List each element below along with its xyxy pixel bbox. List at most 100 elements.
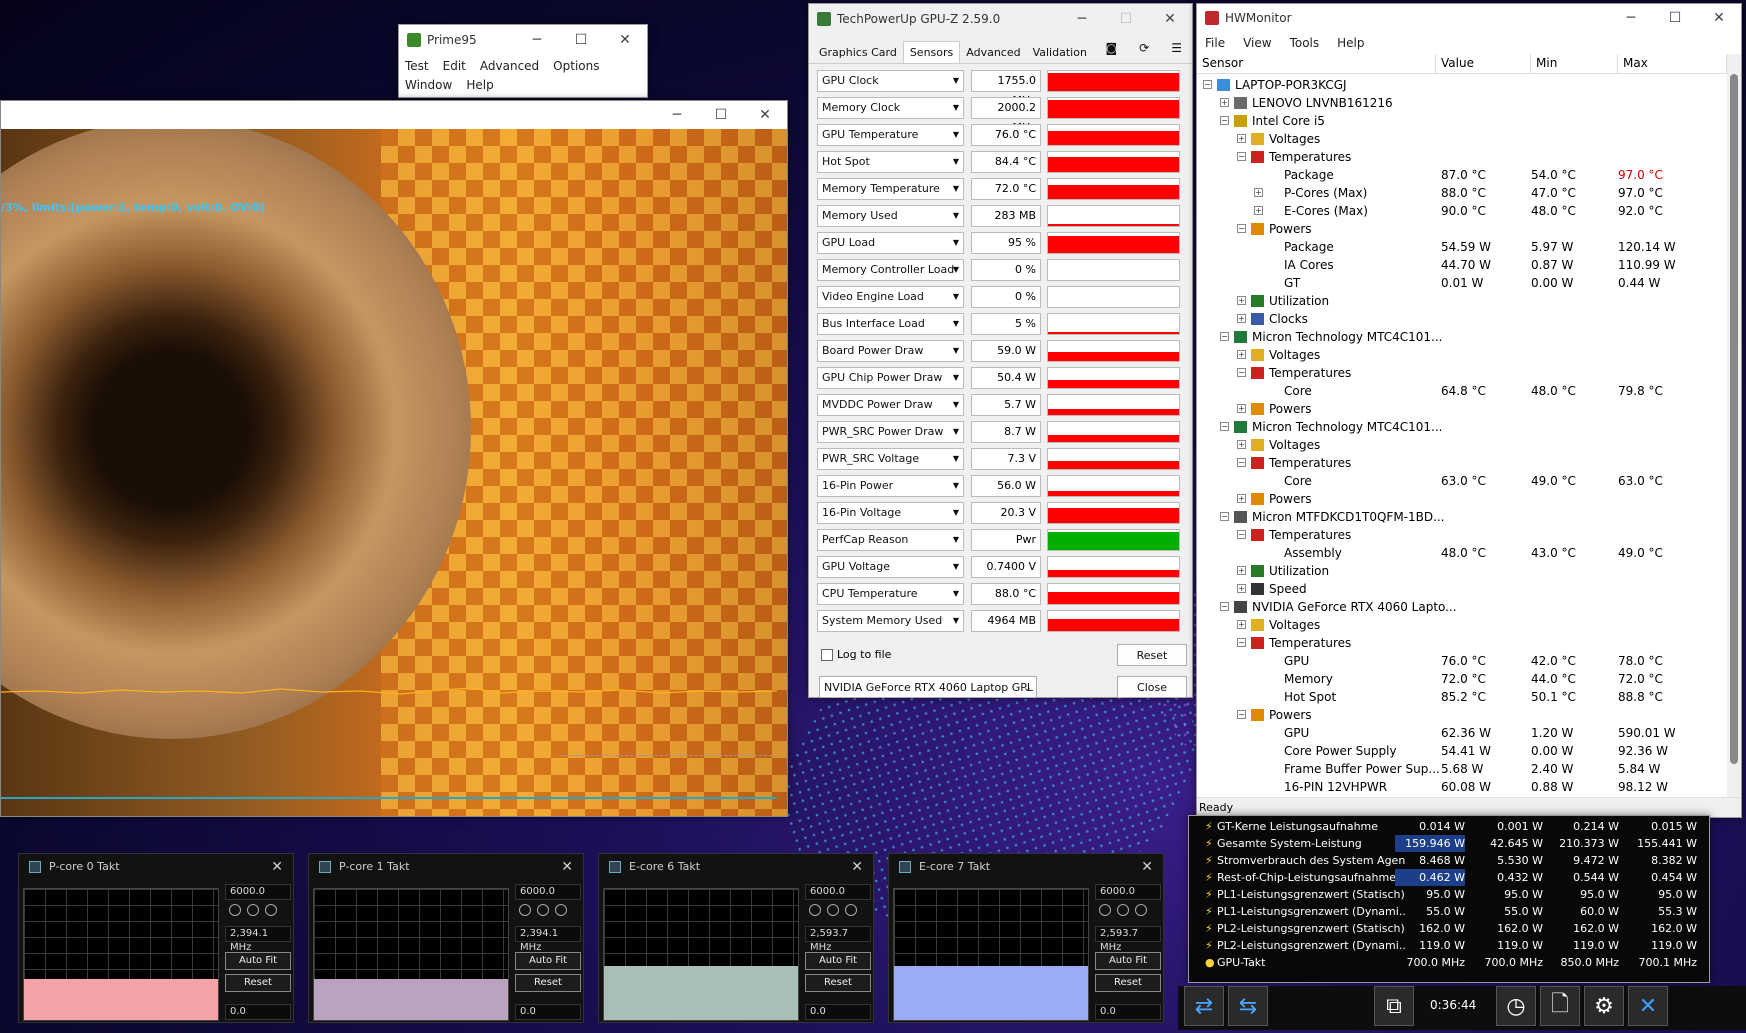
- camera-icon[interactable]: ◙: [1100, 37, 1124, 59]
- tree-row[interactable]: + Voltages: [1197, 616, 1727, 634]
- min-field[interactable]: 0.0: [225, 1004, 291, 1020]
- tree-row[interactable]: Frame Buffer Power Sup... 5.68 W 2.40 W 5.8…: [1197, 760, 1727, 778]
- tree-row[interactable]: − Temperatures: [1197, 634, 1727, 652]
- col-value[interactable]: Value: [1436, 54, 1531, 73]
- hwinfo-row[interactable]: ● GPU-Takt 700.0 MHz 700.0 MHz 850.0 MHz 700.…: [1189, 954, 1709, 971]
- render-window[interactable]: ─ ☐ ✕ /3%, limits:[power:1, temp:0, volt:0…: [0, 100, 788, 817]
- tree-row[interactable]: Hot Spot 85.2 °C 50.1 °C 88.8 °C: [1197, 688, 1727, 706]
- minimize-icon[interactable]: ─: [515, 25, 559, 55]
- close-icon[interactable]: ✕: [1697, 3, 1741, 33]
- radio-option[interactable]: [229, 904, 241, 916]
- tree-row[interactable]: − Temperatures: [1197, 148, 1727, 166]
- refresh-icon[interactable]: ⟳: [1133, 37, 1155, 59]
- col-min[interactable]: Min: [1531, 54, 1618, 73]
- mini-titlebar[interactable]: P-core 1 Takt ✕: [309, 854, 583, 880]
- maximize-icon[interactable]: ☐: [1104, 4, 1148, 34]
- close-icon[interactable]: ✕: [603, 25, 647, 55]
- menu-edit[interactable]: Edit: [443, 57, 466, 76]
- menu-advanced[interactable]: Advanced: [480, 57, 539, 76]
- tree-row[interactable]: − Powers: [1197, 706, 1727, 724]
- menu-options[interactable]: Options: [553, 57, 599, 76]
- close-icon[interactable]: ✕: [1148, 4, 1192, 34]
- tree-row[interactable]: + Clocks: [1197, 310, 1727, 328]
- col-sensor[interactable]: Sensor: [1197, 54, 1436, 73]
- radio-option[interactable]: [845, 904, 857, 916]
- radio-option[interactable]: [1117, 904, 1129, 916]
- tree-row[interactable]: + LENOVO LNVNB161216: [1197, 94, 1727, 112]
- tree-row[interactable]: Core Power Supply 54.41 W 0.00 W 92.36 W: [1197, 742, 1727, 760]
- radio-option[interactable]: [809, 904, 821, 916]
- hwinfo-row[interactable]: ⚡ Rest-of-Chip-Leistungsaufnahme 0.462 W 0.…: [1189, 869, 1709, 886]
- close-button[interactable]: Close: [1117, 676, 1187, 698]
- expand-icon[interactable]: +: [1237, 296, 1246, 305]
- network-icon[interactable]: ⧉: [1374, 986, 1414, 1026]
- max-field[interactable]: 6000.0: [515, 884, 581, 900]
- max-field[interactable]: 6000.0: [225, 884, 291, 900]
- min-field[interactable]: 0.0: [1095, 1004, 1161, 1020]
- collapse-icon[interactable]: −: [1220, 512, 1229, 521]
- expand-icon[interactable]: +: [1237, 584, 1246, 593]
- min-field[interactable]: 0.0: [805, 1004, 871, 1020]
- max-field[interactable]: 6000.0: [805, 884, 871, 900]
- tree-row[interactable]: Assembly 48.0 °C 43.0 °C 49.0 °C: [1197, 544, 1727, 562]
- hwm-scrollbar[interactable]: [1727, 54, 1741, 799]
- radio-option[interactable]: [827, 904, 839, 916]
- expand-icon[interactable]: +: [1237, 566, 1246, 575]
- hwinfo-row[interactable]: ⚡ PL2-Leistungsgrenzwert (Dynami... 119.0 …: [1189, 937, 1709, 954]
- reset-button[interactable]: Reset: [1095, 974, 1161, 992]
- tree-row[interactable]: − Powers: [1197, 220, 1727, 238]
- collapse-arrows-icon[interactable]: ⇆: [1228, 986, 1268, 1026]
- mini-titlebar[interactable]: E-core 7 Takt ✕: [889, 854, 1163, 880]
- sensor-name-select[interactable]: GPU Load ▼: [817, 232, 964, 254]
- collapse-icon[interactable]: −: [1220, 116, 1229, 125]
- tree-row[interactable]: − Micron Technology MTC4C101...: [1197, 328, 1727, 346]
- radio-option[interactable]: [555, 904, 567, 916]
- reset-button[interactable]: Reset: [805, 974, 871, 992]
- sensor-name-select[interactable]: Bus Interface Load ▼: [817, 313, 964, 335]
- menu-help[interactable]: Help: [466, 76, 493, 95]
- collapse-icon[interactable]: −: [1237, 152, 1246, 161]
- tree-row[interactable]: − Micron Technology MTC4C101...: [1197, 418, 1727, 436]
- mini-graph-window[interactable]: P-core 0 Takt ✕ 6000.0 2,394.1 MHz Auto Fit R…: [18, 853, 294, 1023]
- tree-row[interactable]: GPU 76.0 °C 42.0 °C 78.0 °C: [1197, 652, 1727, 670]
- sensor-name-select[interactable]: Video Engine Load ▼: [817, 286, 964, 308]
- hwinfo-row[interactable]: ⚡ PL1-Leistungsgrenzwert (Dynami... 55.0 W…: [1189, 903, 1709, 920]
- tree-row[interactable]: − LAPTOP-POR3KCGJ: [1197, 76, 1727, 94]
- sensor-name-select[interactable]: Memory Used ▼: [817, 205, 964, 227]
- tree-row[interactable]: IA Cores 44.70 W 0.87 W 110.99 W: [1197, 256, 1727, 274]
- tree-row[interactable]: + Utilization: [1197, 562, 1727, 580]
- close-icon[interactable]: ✕: [561, 854, 573, 880]
- tree-row[interactable]: GPU 62.36 W 1.20 W 590.01 W: [1197, 724, 1727, 742]
- tree-row[interactable]: + Utilization: [1197, 292, 1727, 310]
- tree-row[interactable]: − Temperatures: [1197, 526, 1727, 544]
- hwinfo-row[interactable]: ⚡ Stromverbrauch des System Agent 8.468 W 5…: [1189, 852, 1709, 869]
- tree-row[interactable]: − Temperatures: [1197, 364, 1727, 382]
- scroll-thumb[interactable]: [1730, 74, 1738, 764]
- hwinfo-row[interactable]: ⚡ Gesamte System-Leistung 159.946 W 42.645 …: [1189, 835, 1709, 852]
- collapse-icon[interactable]: −: [1237, 710, 1246, 719]
- expand-arrows-icon[interactable]: ⇄: [1184, 986, 1224, 1026]
- sensor-name-select[interactable]: Memory Temperature ▼: [817, 178, 964, 200]
- tree-row[interactable]: + Speed: [1197, 580, 1727, 598]
- tree-row[interactable]: Package 54.59 W 5.97 W 120.14 W: [1197, 238, 1727, 256]
- tree-row[interactable]: GT 0.01 W 0.00 W 0.44 W: [1197, 274, 1727, 292]
- expand-icon[interactable]: +: [1237, 314, 1246, 323]
- tab-sensors[interactable]: Sensors: [902, 41, 961, 63]
- mini-titlebar[interactable]: E-core 6 Takt ✕: [599, 854, 873, 880]
- radio-option[interactable]: [247, 904, 259, 916]
- sensor-name-select[interactable]: 16-Pin Power ▼: [817, 475, 964, 497]
- max-field[interactable]: 6000.0: [1095, 884, 1161, 900]
- tree-row[interactable]: + Powers: [1197, 400, 1727, 418]
- close-icon[interactable]: ✕: [851, 854, 863, 880]
- new-report-icon[interactable]: 🗋: [1540, 986, 1580, 1026]
- collapse-icon[interactable]: −: [1237, 224, 1246, 233]
- expand-icon[interactable]: +: [1237, 494, 1246, 503]
- menu-window[interactable]: Window: [405, 76, 452, 95]
- min-field[interactable]: 0.0: [515, 1004, 581, 1020]
- reset-button[interactable]: Reset: [225, 974, 291, 992]
- reset-button[interactable]: Reset: [1117, 644, 1187, 666]
- tree-row[interactable]: − Temperatures: [1197, 454, 1727, 472]
- sensor-name-select[interactable]: Memory Controller Load ▼: [817, 259, 964, 281]
- render-titlebar[interactable]: ─ ☐ ✕: [1, 101, 787, 129]
- hwmonitor-window[interactable]: HWMonitor ─ ☐ ✕ File View Tools Help Senso…: [1196, 3, 1742, 818]
